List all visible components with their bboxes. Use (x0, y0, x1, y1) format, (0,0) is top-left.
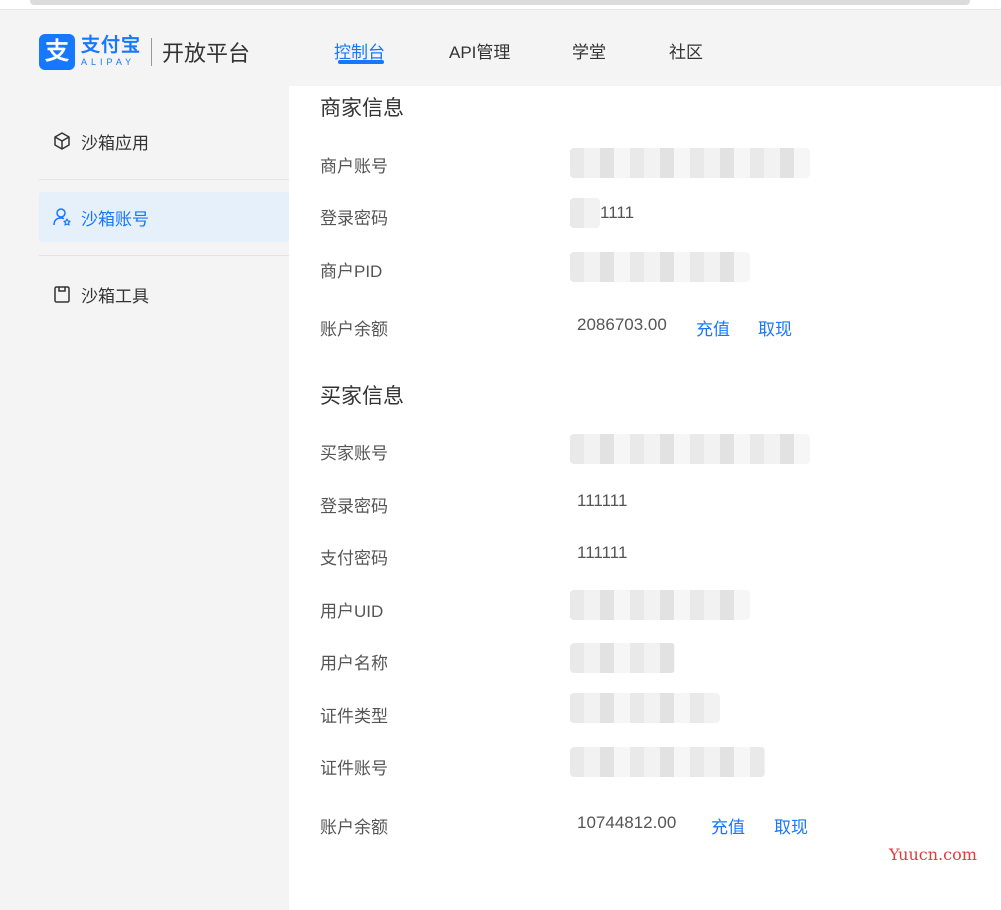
browser-top-strip (0, 0, 1001, 10)
nav-community[interactable]: 社区 (669, 38, 703, 63)
logo-name-en: ALIPAY (81, 57, 136, 67)
buyer-uid-label: 用户UID (320, 602, 384, 621)
top-header: 支 支付宝 ALIPAY 开放平台 控制台 API管理 学堂 社区 (0, 10, 1001, 86)
merchant-recharge-link[interactable]: 充值 (696, 315, 730, 340)
merchant-balance-value: 2086703.00 (577, 315, 667, 334)
merchant-balance-label: 账户余额 (320, 320, 388, 339)
buyer-account-label: 买家账号 (320, 444, 388, 463)
logo-divider (151, 38, 153, 66)
buyer-withdraw-link[interactable]: 取现 (774, 813, 808, 838)
buyer-id-type-value-redacted (570, 693, 720, 723)
buyer-pay-password-value: 111111 (577, 543, 628, 562)
nav-active-indicator (338, 60, 384, 64)
merchant-section-title: 商家信息 (320, 97, 404, 120)
merchant-pid-label: 商户PID (320, 262, 383, 281)
site-watermark: Yuucn.com (889, 845, 977, 864)
alipay-mark-icon: 支 (39, 34, 75, 70)
cube-icon (51, 130, 73, 152)
logo-name-cn: 支付宝 (81, 35, 142, 56)
alipay-logo[interactable]: 支 支付宝 ALIPAY 开放平台 (39, 34, 250, 70)
sidebar-item-label: 沙箱应用 (81, 133, 149, 153)
sidebar-item-sandbox-app[interactable]: 沙箱应用 (39, 116, 289, 166)
merchant-account-label: 商户账号 (320, 157, 388, 176)
merchant-account-value-redacted (570, 148, 810, 178)
buyer-section-title: 买家信息 (320, 385, 404, 408)
buyer-recharge-link[interactable]: 充值 (711, 813, 745, 838)
merchant-pid-value-redacted (570, 252, 750, 282)
nav-api-management[interactable]: API管理 (449, 38, 510, 63)
buyer-id-number-value-redacted (570, 747, 765, 777)
sidebar-divider (39, 179, 289, 180)
buyer-balance-value: 10744812.00 (577, 813, 677, 832)
sidebar-item-label: 沙箱工具 (81, 286, 149, 306)
buyer-account-value-redacted (570, 434, 810, 464)
clipboard-icon (51, 283, 73, 305)
sidebar-item-sandbox-account[interactable]: 沙箱账号 (39, 192, 289, 242)
sidebar-divider (39, 255, 289, 256)
buyer-pay-password-label: 支付密码 (320, 549, 388, 568)
buyer-name-label: 用户名称 (320, 654, 388, 673)
buyer-id-number-label: 证件账号 (320, 759, 388, 778)
platform-name: 开放平台 (162, 41, 251, 66)
nav-academy[interactable]: 学堂 (572, 38, 606, 63)
merchant-password-label: 登录密码 (320, 209, 388, 228)
buyer-id-type-label: 证件类型 (320, 707, 388, 726)
merchant-withdraw-link[interactable]: 取现 (758, 315, 792, 340)
merchant-password-redacted (570, 198, 600, 228)
buyer-login-password-label: 登录密码 (320, 497, 388, 516)
sidebar: 沙箱应用 沙箱账号 沙箱工具 (0, 86, 289, 910)
buyer-balance-label: 账户余额 (320, 818, 388, 837)
logo-words: 支付宝 ALIPAY (81, 36, 141, 68)
buyer-login-password-value: 111111 (577, 491, 628, 510)
main-content: 商家信息 商户账号 登录密码 1111 商户PID 账户余额 2086703.0… (289, 86, 1001, 910)
sidebar-item-label: 沙箱账号 (81, 209, 149, 229)
user-icon (51, 206, 73, 228)
buyer-uid-value-redacted (570, 590, 750, 620)
merchant-password-value: 1111 (600, 203, 635, 222)
sidebar-item-sandbox-tools[interactable]: 沙箱工具 (39, 269, 289, 319)
horizontal-scrollbar[interactable] (30, 0, 970, 5)
buyer-name-value-redacted (570, 643, 675, 673)
